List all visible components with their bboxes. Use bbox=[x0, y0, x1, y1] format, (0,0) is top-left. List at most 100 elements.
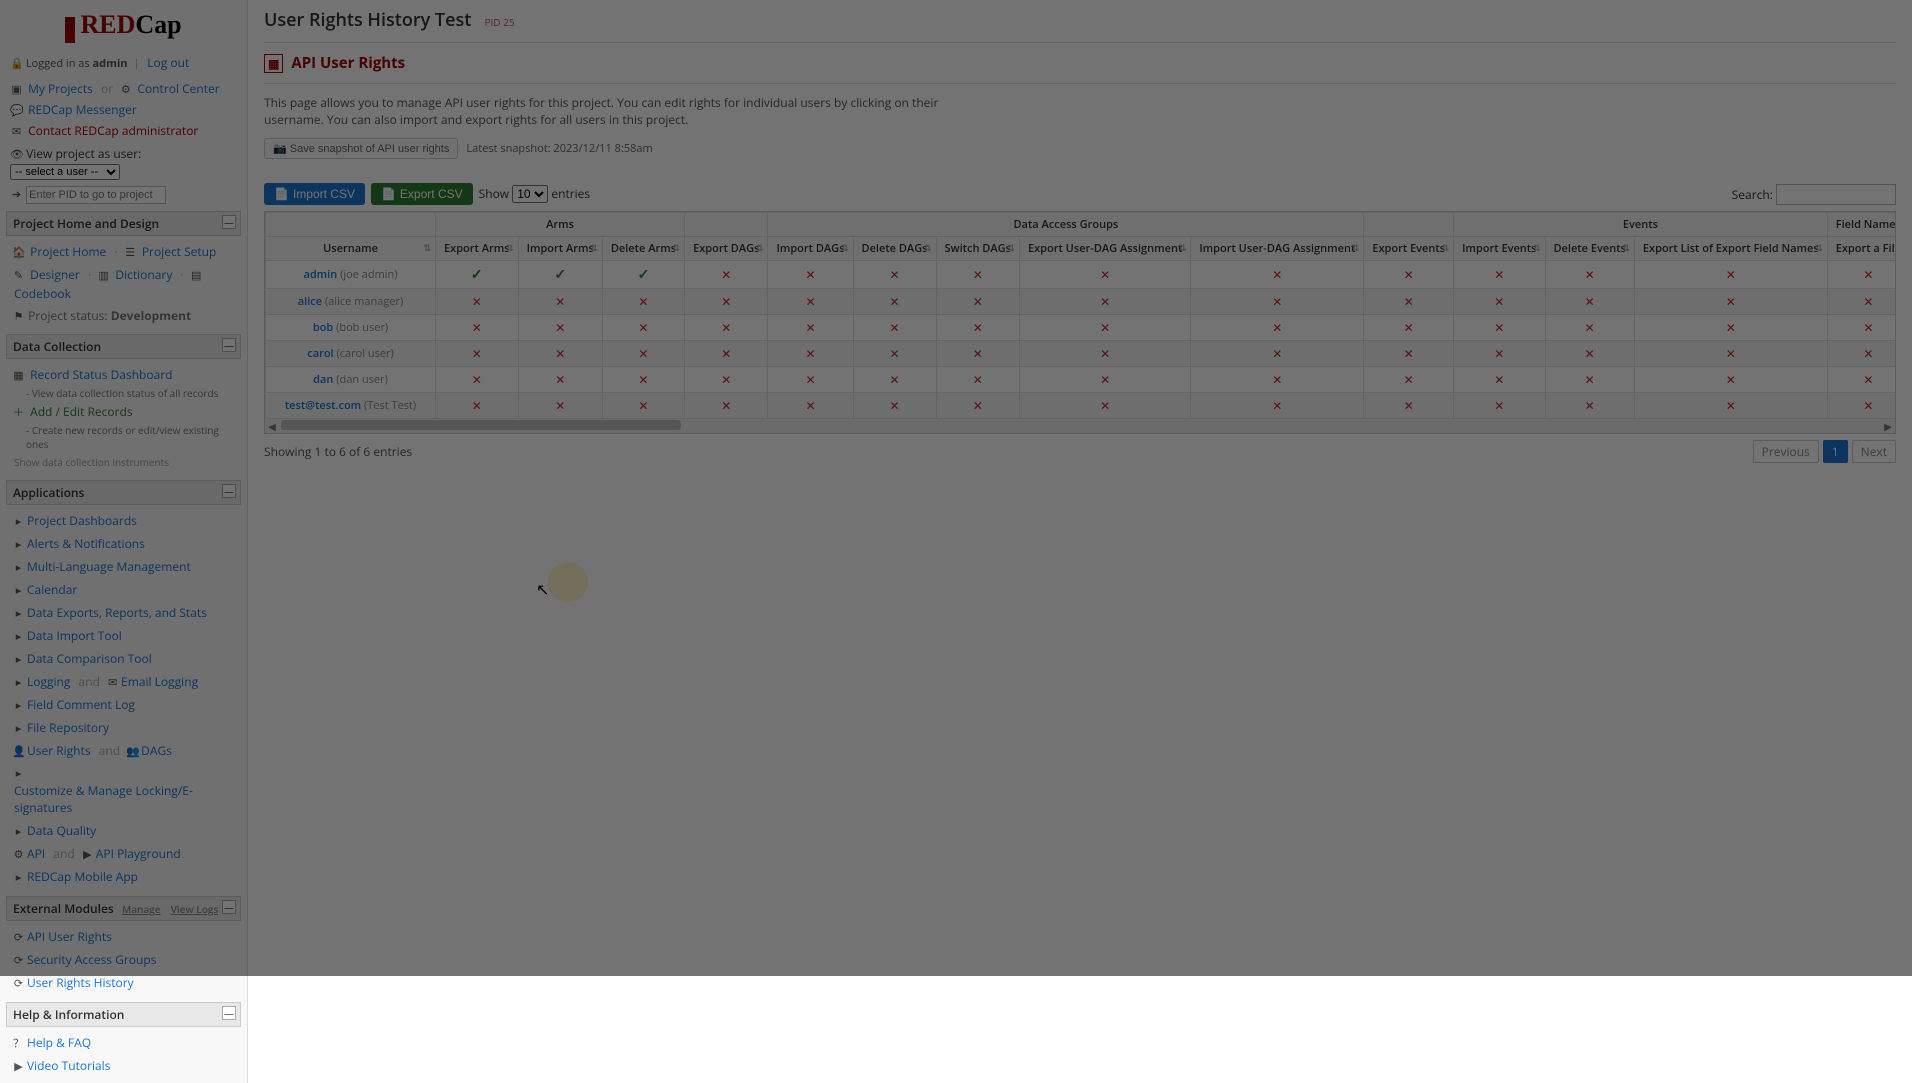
scroll-left-icon[interactable]: ◀ bbox=[265, 419, 279, 433]
app-link-6[interactable]: Data Comparison Tool bbox=[25, 649, 154, 668]
app3-link-1[interactable]: Data Quality bbox=[25, 821, 98, 840]
column-header[interactable]: Delete Arms bbox=[602, 237, 684, 261]
logging-link[interactable]: Logging bbox=[25, 672, 72, 691]
app2-link-1[interactable]: File Repository bbox=[25, 718, 111, 737]
control-center-link[interactable]: Control Center bbox=[135, 79, 221, 98]
help-faq-link[interactable]: Help & FAQ bbox=[25, 1033, 93, 1052]
column-header[interactable]: Import DAGs bbox=[768, 237, 853, 261]
app-link-3[interactable]: Calendar bbox=[25, 580, 79, 599]
designer-link[interactable]: Designer bbox=[28, 265, 82, 284]
app-link-5[interactable]: Data Import Tool bbox=[25, 626, 124, 645]
column-header[interactable]: Export Events bbox=[1364, 237, 1454, 261]
x-icon: ✕ bbox=[1272, 319, 1282, 336]
messenger-link[interactable]: REDCap Messenger bbox=[26, 100, 139, 119]
ext-manage-link[interactable]: Manage bbox=[120, 901, 162, 917]
x-icon: ✕ bbox=[472, 345, 482, 362]
x-icon: ✕ bbox=[1726, 371, 1736, 388]
my-projects-link[interactable]: My Projects bbox=[26, 79, 95, 98]
add-edit-records-link[interactable]: Add / Edit Records bbox=[28, 402, 134, 421]
x-icon: ✕ bbox=[1863, 345, 1873, 362]
x-icon: ✕ bbox=[1726, 397, 1736, 414]
save-snapshot-button[interactable]: 📷 Save snapshot of API user rights bbox=[264, 138, 458, 159]
contact-admin-link[interactable]: Contact REDCap administrator bbox=[26, 121, 200, 140]
api-link[interactable]: API bbox=[25, 844, 47, 863]
x-icon: ✕ bbox=[721, 319, 731, 336]
horizontal-scrollbar[interactable]: ◀ ▶ bbox=[265, 419, 1895, 433]
permission-cell: ✕ bbox=[1545, 393, 1634, 419]
column-header[interactable]: Export a File bbox=[1827, 237, 1896, 261]
previous-button[interactable]: Previous bbox=[1753, 440, 1819, 463]
import-csv-button[interactable]: 📄Import CSV bbox=[264, 183, 365, 205]
goto-pid-input[interactable] bbox=[26, 186, 166, 204]
ext-module-0[interactable]: API User Rights bbox=[25, 927, 114, 946]
entries-select[interactable]: 10 bbox=[512, 185, 548, 203]
username-cell[interactable]: test@test.com (Test Test) bbox=[266, 393, 436, 419]
search-input[interactable] bbox=[1776, 184, 1896, 205]
show-instruments-link[interactable]: Show data collection instruments bbox=[12, 454, 171, 470]
api-playground-link[interactable]: API Playground bbox=[94, 844, 183, 863]
app2-link-0[interactable]: Field Comment Log bbox=[25, 695, 137, 714]
permission-cell: ✕ bbox=[436, 289, 519, 315]
permission-cell: ✕ bbox=[1364, 341, 1454, 367]
view-as-select[interactable]: -- select a user -- bbox=[10, 164, 120, 180]
record-dashboard-link[interactable]: Record Status Dashboard bbox=[28, 365, 174, 384]
app-link-4[interactable]: Data Exports, Reports, and Stats bbox=[25, 603, 209, 622]
column-header[interactable]: Switch DAGs bbox=[936, 237, 1019, 261]
collapse-icon[interactable]: — bbox=[222, 215, 236, 229]
mobile-app-link[interactable]: REDCap Mobile App bbox=[25, 867, 140, 886]
file-icon: 📄 bbox=[381, 187, 396, 201]
username-cell[interactable]: dan (dan user) bbox=[266, 367, 436, 393]
permission-cell: ✕ bbox=[1019, 289, 1190, 315]
x-icon: ✕ bbox=[472, 319, 482, 336]
username-cell[interactable]: bob (bob user) bbox=[266, 315, 436, 341]
app-link-1[interactable]: Alerts & Notifications bbox=[25, 534, 147, 553]
username-cell[interactable]: carol (carol user) bbox=[266, 341, 436, 367]
collapse-icon[interactable]: — bbox=[222, 1006, 236, 1020]
app3-link-0[interactable]: Customize & Manage Locking/E-signatures bbox=[12, 781, 235, 817]
x-icon: ✕ bbox=[721, 293, 731, 310]
column-header[interactable]: Import Arms bbox=[518, 237, 602, 261]
username-cell[interactable]: alice (alice manager) bbox=[266, 289, 436, 315]
app-link-2[interactable]: Multi-Language Management bbox=[25, 557, 193, 576]
column-header[interactable]: Import User-DAG Assignment bbox=[1191, 237, 1364, 261]
project-setup-link[interactable]: Project Setup bbox=[140, 242, 219, 261]
section-apps: Applications — bbox=[6, 480, 241, 505]
x-icon: ✕ bbox=[1404, 397, 1414, 414]
app-icon: ▸ bbox=[12, 824, 25, 839]
column-header[interactable]: Delete Events bbox=[1545, 237, 1634, 261]
scroll-right-icon[interactable]: ▶ bbox=[1881, 419, 1895, 433]
ext-module-1[interactable]: Security Access Groups bbox=[25, 950, 158, 969]
dags-link[interactable]: DAGs bbox=[139, 741, 174, 760]
x-icon: ✕ bbox=[638, 293, 648, 310]
scroll-thumb[interactable] bbox=[281, 420, 681, 430]
username-cell[interactable]: admin (joe admin) bbox=[266, 261, 436, 289]
next-button[interactable]: Next bbox=[1852, 440, 1896, 463]
email-logging-link[interactable]: Email Logging bbox=[119, 672, 200, 691]
column-header[interactable]: Import Events bbox=[1454, 237, 1545, 261]
section-help: Help & Information — bbox=[6, 1002, 241, 1027]
column-header[interactable]: Export Arms bbox=[436, 237, 519, 261]
column-header[interactable]: Export User-DAG Assignment bbox=[1019, 237, 1190, 261]
column-header[interactable]: Delete DAGs bbox=[853, 237, 936, 261]
x-icon: ✕ bbox=[1585, 397, 1595, 414]
collapse-icon[interactable]: — bbox=[222, 484, 236, 498]
logout-link[interactable]: Log out bbox=[145, 53, 191, 72]
page-1-button[interactable]: 1 bbox=[1823, 440, 1848, 463]
collapse-icon[interactable]: — bbox=[222, 900, 236, 914]
app-link-0[interactable]: Project Dashboards bbox=[25, 511, 139, 530]
x-icon: ✕ bbox=[1272, 345, 1282, 362]
export-csv-button[interactable]: 📄Export CSV bbox=[371, 183, 473, 205]
column-header[interactable]: Export DAGs bbox=[685, 237, 768, 261]
column-header[interactable]: Export List of Export Field Names bbox=[1634, 237, 1827, 261]
collapse-icon[interactable]: — bbox=[222, 338, 236, 352]
permission-cell: ✕ bbox=[1545, 261, 1634, 289]
column-header[interactable]: Username bbox=[266, 237, 436, 261]
video-tutorials-link[interactable]: Video Tutorials bbox=[25, 1056, 112, 1075]
ext-viewlogs-link[interactable]: View Logs bbox=[169, 901, 220, 917]
user-rights-link[interactable]: User Rights bbox=[25, 741, 93, 760]
codebook-link[interactable]: Codebook bbox=[12, 284, 73, 303]
dictionary-link[interactable]: Dictionary bbox=[113, 265, 174, 284]
permission-cell: ✕ bbox=[1634, 289, 1827, 315]
x-icon: ✕ bbox=[973, 293, 983, 310]
project-home-link[interactable]: Project Home bbox=[28, 242, 108, 261]
